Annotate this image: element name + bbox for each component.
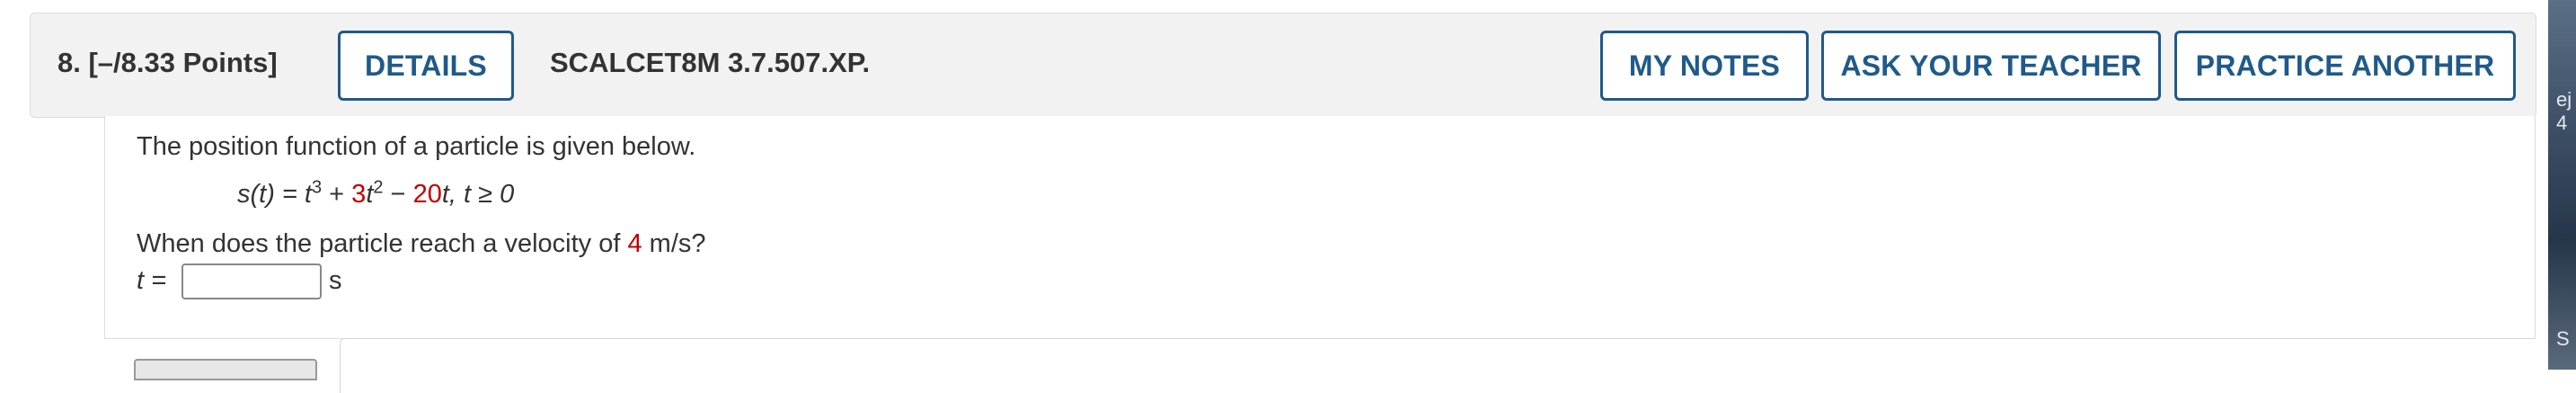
question-prompt: When does the particle reach a velocity … (137, 229, 706, 259)
background-glyph-top: ej (2556, 88, 2572, 111)
prompt-velocity-value: 4 (627, 229, 642, 258)
answer-input[interactable] (181, 263, 322, 299)
prompt-before: When does the particle reach a velocity … (137, 229, 628, 258)
equation-minus: − (383, 180, 413, 209)
equation-plus: + (322, 180, 352, 209)
equation-lhs: s(t) = (237, 180, 305, 209)
position-equation: s(t) = t3 + 3t2 − 20t, t ≥ 0 (237, 177, 515, 210)
details-button[interactable]: DETAILS (338, 31, 514, 101)
practice-another-button[interactable]: PRACTICE ANOTHER (2174, 31, 2516, 101)
question-intro: The position function of a particle is g… (137, 132, 696, 161)
question-id: SCALCET8M 3.7.507.XP. (550, 47, 871, 78)
answer-label: t = (137, 266, 167, 295)
equation-exponent-2: 2 (373, 177, 384, 198)
prompt-after: m/s? (642, 229, 706, 258)
equation-exponent-3: 3 (311, 177, 323, 198)
submit-answer-button[interactable] (134, 359, 317, 380)
question-number-points: 8. [–/8.33 Points] (58, 47, 278, 78)
background-window-strip (2548, 0, 2576, 370)
equation-coefficient-3: 3 (351, 180, 367, 209)
answer-unit: s (329, 266, 342, 295)
my-notes-button[interactable]: MY NOTES (1600, 31, 1809, 101)
background-glyph-mid: 4 (2556, 112, 2568, 134)
equation-domain: , t ≥ 0 (448, 180, 515, 209)
equation-t-linear: t (441, 180, 449, 209)
equation-coefficient-20: 20 (412, 180, 442, 209)
work-area-panel (340, 338, 2535, 393)
equation-t-cubed: t (304, 180, 312, 209)
ask-your-teacher-button[interactable]: ASK YOUR TEACHER (1821, 31, 2161, 101)
background-glyph-bottom: S (2556, 327, 2570, 350)
